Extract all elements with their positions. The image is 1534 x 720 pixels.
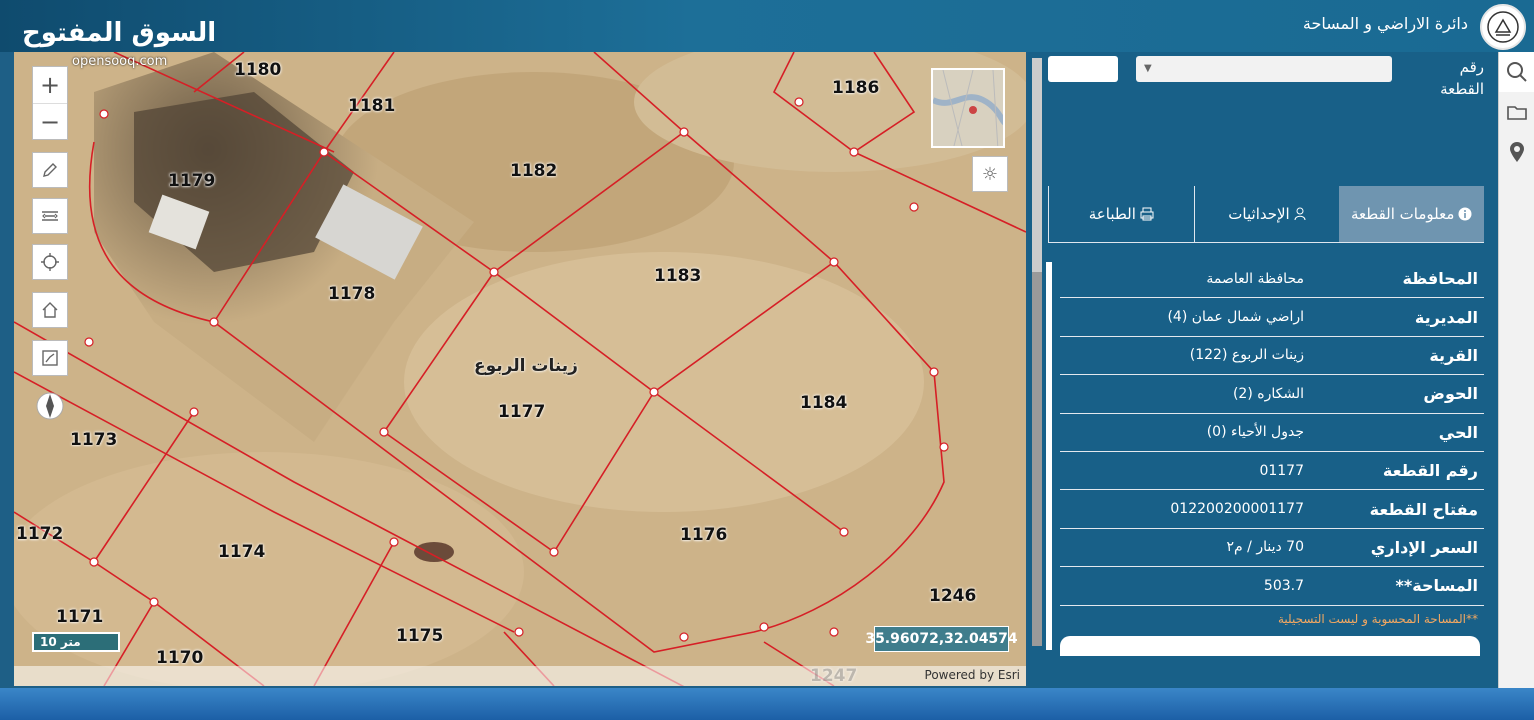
department-title: دائرة الاراضي و المساحة: [1302, 14, 1468, 33]
table-row: مفتاح القطعة 012200200001177: [1060, 490, 1484, 529]
overview-map-svg: [933, 70, 1003, 146]
opensooq-logo: السوق المفتوح: [22, 18, 217, 48]
row-value: محافظة العاصمة: [1206, 270, 1304, 287]
overview-map[interactable]: [931, 68, 1005, 148]
table-row: الحي جدول الأحياء (0): [1060, 414, 1484, 452]
department-emblem-icon[interactable]: [1480, 4, 1526, 50]
table-row: رقم القطعة 01177: [1060, 452, 1484, 491]
row-value: جدول الأحياء (0): [1206, 424, 1304, 441]
coordinates-readout: 35.96072,32.04574: [865, 626, 1018, 652]
row-key: المساحة**: [1395, 576, 1478, 596]
parcel-label[interactable]: 1176: [680, 525, 727, 545]
zoom-controls: + −: [32, 66, 68, 140]
printer-icon: [1140, 207, 1154, 221]
home-button[interactable]: [32, 292, 68, 328]
village-label: زينات الربوع: [474, 356, 578, 376]
app-header: السوق المفتوح دائرة الاراضي و المساحة: [0, 0, 1534, 52]
tab-print[interactable]: الطباعة: [1048, 186, 1194, 242]
parcel-label[interactable]: 1184: [800, 393, 847, 413]
row-key: القرية: [1429, 345, 1478, 365]
folder-icon[interactable]: [1499, 92, 1534, 132]
search-label: رقم القطعة: [1440, 58, 1484, 98]
parcel-label[interactable]: 1173: [70, 430, 117, 450]
compass-icon: [36, 392, 64, 420]
row-value: 012200200001177: [1170, 501, 1304, 518]
parcel-label[interactable]: 1186: [832, 78, 879, 98]
parcel-info-table: المحافظة محافظة العاصمة المديرية اراضي شما…: [1060, 260, 1484, 606]
parcel-label[interactable]: 1171: [56, 607, 103, 627]
table-row: القرية زينات الربوع (122): [1060, 337, 1484, 376]
tab-label: الإحداثيات: [1228, 205, 1290, 223]
parcel-label[interactable]: 1178: [328, 284, 375, 304]
row-key: مفتاح القطعة: [1369, 499, 1478, 519]
row-value: 01177: [1259, 462, 1304, 479]
opensooq-url: opensooq.com: [72, 54, 168, 69]
parcel-label[interactable]: 1172: [16, 524, 63, 544]
row-key: المحافظة: [1402, 269, 1478, 289]
row-value: 70 دينار / م٢: [1226, 539, 1304, 556]
draw-tool-button[interactable]: [32, 152, 68, 188]
panel-tabs: الطباعة الإحداثيات معلومات القطعة: [1048, 186, 1485, 242]
zoom-out-button[interactable]: −: [33, 103, 67, 139]
select-area-icon: [42, 350, 58, 366]
caret-down-icon: ▼: [1144, 63, 1152, 74]
parcel-label[interactable]: 1170: [156, 648, 203, 668]
row-key: المديرية: [1414, 307, 1478, 327]
table-row: المساحة** 503.7: [1060, 567, 1484, 606]
scale-bar: 10 متر: [32, 632, 120, 652]
row-key: الحوض: [1423, 384, 1478, 404]
area-note: **المساحة المحسوبة و ليست التسجيلية: [1277, 612, 1478, 626]
row-key: رقم القطعة: [1382, 461, 1478, 481]
tabs-divider: [1048, 242, 1484, 243]
table-row: السعر الإداري 70 دينار / م٢: [1060, 529, 1484, 568]
map-view[interactable]: 1180 1181 1186 1179 1182 1178 1183 زينات…: [14, 52, 1026, 686]
panel-scrollbar-thumb[interactable]: [1032, 272, 1042, 646]
esri-attribution[interactable]: Powered by Esri: [925, 668, 1020, 682]
row-value: اراضي شمال عمان (4): [1167, 309, 1304, 326]
crosshair-icon: [41, 253, 59, 271]
right-sidebar: [1498, 52, 1534, 688]
parcel-label[interactable]: 1177: [498, 402, 545, 422]
tab-label: معلومات القطعة: [1350, 205, 1455, 223]
locate-button[interactable]: [32, 244, 68, 280]
search-dropdown[interactable]: ▼: [1136, 56, 1392, 82]
parcel-label[interactable]: 1183: [654, 266, 701, 286]
tab-label: الطباعة: [1088, 205, 1136, 223]
north-arrow-button[interactable]: [32, 388, 68, 424]
tab-parcel-info[interactable]: معلومات القطعة: [1339, 186, 1485, 242]
row-key: السعر الإداري: [1370, 537, 1478, 557]
info-scrollbar[interactable]: [1046, 262, 1052, 650]
row-value: زينات الربوع (122): [1189, 347, 1304, 364]
parcel-label[interactable]: 1175: [396, 626, 443, 646]
table-row: المحافظة محافظة العاصمة: [1060, 260, 1484, 299]
table-row: المديرية اراضي شمال عمان (4): [1060, 298, 1484, 337]
row-value: 503.7: [1263, 577, 1304, 594]
tab-coordinates[interactable]: الإحداثيات: [1193, 186, 1340, 242]
person-pin-icon: [1294, 207, 1306, 221]
parcel-label[interactable]: 1246: [929, 586, 976, 606]
parcel-label[interactable]: 1180: [234, 60, 281, 80]
ruler-icon: [42, 211, 58, 221]
zoom-in-button[interactable]: +: [33, 67, 67, 103]
search-icon[interactable]: [1499, 52, 1534, 92]
row-key: الحي: [1438, 422, 1478, 442]
parcel-label[interactable]: 1174: [218, 542, 265, 562]
parcel-label[interactable]: 1179: [168, 171, 215, 191]
location-pin-icon[interactable]: [1499, 132, 1534, 172]
sun-icon[interactable]: ☼: [972, 156, 1008, 192]
pencil-icon: [43, 163, 57, 177]
measure-tool-button[interactable]: [32, 198, 68, 234]
attribution-bar: [14, 666, 1026, 686]
table-row: الحوض الشكاره (2): [1060, 375, 1484, 414]
info-icon: [1458, 207, 1472, 221]
parcel-number-input[interactable]: [1048, 56, 1118, 82]
parcel-label[interactable]: 1182: [510, 161, 557, 181]
parcel-info-panel: رقم القطعة ▼ الطباعة الإحداثيات معلومات …: [1028, 52, 1498, 688]
os-taskbar: [0, 688, 1534, 720]
select-area-button[interactable]: [32, 340, 68, 376]
home-icon: [42, 302, 58, 318]
row-value: الشكاره (2): [1232, 385, 1304, 402]
parcel-label[interactable]: 1181: [348, 96, 395, 116]
panel-footer-box: [1060, 636, 1480, 656]
